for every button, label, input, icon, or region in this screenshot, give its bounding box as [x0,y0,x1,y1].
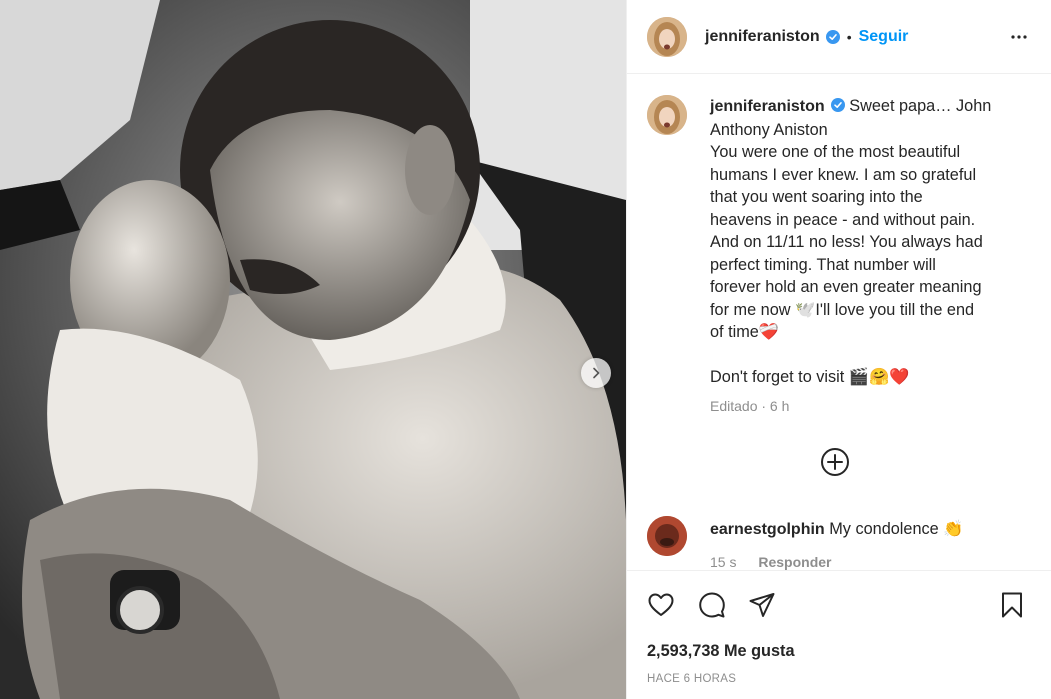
caption-line: heavens in peace - and without pain. [710,210,976,229]
comment-age: 15 s [710,554,737,570]
comments-section: jenniferaniston Sweet papa… John Anthony… [627,75,1051,570]
caption-line: that you went soaring into the [710,188,923,206]
chevron-right-icon [593,367,600,379]
more-options-icon [1011,34,1027,39]
save-button[interactable] [998,591,1026,619]
share-icon [749,593,775,617]
verified-badge-icon [830,98,845,112]
caption-line: for me now 🕊️I'll love you till the end [710,300,975,319]
share-button[interactable] [748,591,776,619]
plus-circle-icon [821,448,849,476]
comment-content: earnestgolphin My condolence 👏 15 s Resp… [710,518,1030,570]
caption-author-avatar[interactable] [647,95,687,135]
reply-button[interactable]: Responder [758,554,831,570]
follow-button[interactable]: Seguir [859,28,909,46]
post-side-panel: jenniferaniston • Seguir jenniferaniston… [626,0,1051,699]
caption-paragraph: jenniferaniston Sweet papa… John Anthony… [710,95,1030,389]
comment-meta: 15 s Responder [710,551,1030,570]
avatar-image [647,16,687,57]
caption-username[interactable]: jenniferaniston [710,98,825,115]
caption-line: You were one of the most beautiful [710,143,961,161]
caption-line: Sweet papa… John [849,97,992,115]
author-username[interactable]: jenniferaniston [705,28,820,46]
comment-button[interactable] [698,591,726,619]
post-timestamp: HACE 6 HORAS [647,673,737,685]
caption-line: And on 11/11 no less! You always had [710,233,983,251]
caption-line: humans I ever knew. I am so grateful [710,165,977,184]
bookmark-icon [1002,592,1022,618]
caption-line: forever hold an even greater meaning [710,278,982,296]
avatar-image [647,516,687,556]
commenter-username[interactable]: earnestgolphin [710,521,825,538]
caption-text: jenniferaniston Sweet papa… John Anthony… [710,95,1030,417]
verified-badge-icon [825,29,840,44]
post-header: jenniferaniston • Seguir [627,0,1051,74]
comment-icon [699,592,725,618]
heart-icon [648,593,674,616]
like-button[interactable] [647,591,675,619]
post-actions: 2,593,738 Me gusta HACE 6 HORAS [627,570,1051,699]
black-white-photo-father-baby [0,0,626,699]
more-options-button[interactable] [1007,25,1031,49]
author-avatar[interactable] [647,16,687,57]
separator-dot: • [846,28,852,45]
caption-meta: Editado · 6 h [710,397,790,414]
caption-line: Don't forget to visit 🎬🤗❤️ [710,368,910,386]
comment-text: My condolence 👏 [829,520,964,538]
load-more-comments-button[interactable] [819,446,851,478]
action-icons [647,591,1032,619]
commenter-avatar[interactable] [647,516,687,556]
post-photo [0,0,626,699]
avatar-image [647,95,687,135]
next-photo-button[interactable] [581,358,611,388]
caption-line: perfect timing. That number will [710,255,936,274]
likes-count[interactable]: 2,593,738 Me gusta [647,642,795,661]
caption-line: Anthony Aniston [710,120,828,139]
caption-line: of time❤️‍🩹 [710,323,780,341]
